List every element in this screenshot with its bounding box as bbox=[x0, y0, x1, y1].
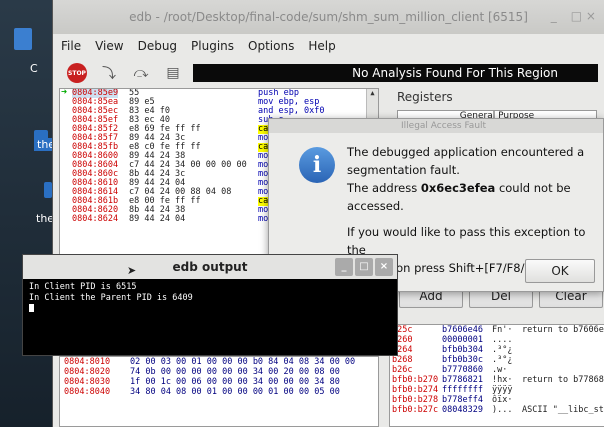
dump-address: 0804:8020 bbox=[64, 367, 111, 377]
stack-chars: ôïx· bbox=[492, 395, 513, 405]
close-icon[interactable]: □ × bbox=[571, 9, 596, 23]
dialog-line: segmentation fault. bbox=[347, 163, 460, 177]
stack-row[interactable]: b268 bfb0b30c .³°¿ bbox=[390, 355, 604, 365]
dialog-text: The address bbox=[347, 181, 421, 195]
menu-file[interactable]: File bbox=[61, 39, 81, 53]
stack-value: ffffffff bbox=[442, 385, 483, 395]
edb-output-window: ➤ edb output _ □ × In Client PID is 6515… bbox=[22, 254, 398, 356]
dump-row[interactable]: 0804:8020 74 0b 00 00 00 00 00 00 34 00 2… bbox=[60, 367, 378, 377]
output-text: In Client PID is 6515 In Client the Pare… bbox=[23, 279, 397, 319]
memory-regions-icon[interactable]: ▤ bbox=[163, 63, 183, 83]
stack-value: b778eff4 bbox=[442, 395, 483, 405]
analysis-status-bar: No Analysis Found For This Region bbox=[193, 64, 598, 82]
menu-debug[interactable]: Debug bbox=[138, 39, 177, 53]
stack-row[interactable]: b25cb7606e46Fn'·return to b7606e46 bbox=[390, 325, 604, 335]
stack-row[interactable]: b264 bfb0b304 .³°¿ bbox=[390, 345, 604, 355]
dump-bytes: 74 0b 00 00 00 00 00 00 34 00 20 00 08 0… bbox=[130, 367, 340, 377]
stack-chars: !hx· bbox=[492, 375, 513, 385]
current-instruction-arrow-icon: ➜ bbox=[61, 88, 68, 98]
data-dump-view[interactable]: 0804:8010 02 00 03 00 01 00 00 00 b0 84 0… bbox=[59, 356, 379, 427]
dump-bytes: 34 80 04 08 00 01 00 00 00 01 00 00 05 0… bbox=[130, 387, 340, 397]
stack-comment: return to b7606e46 bbox=[522, 325, 604, 335]
output-line: In Client the Parent PID is 6409 bbox=[29, 293, 193, 303]
stack-chars: )... bbox=[492, 405, 513, 415]
menu-help[interactable]: Help bbox=[308, 39, 335, 53]
stack-value: bfb0b304 bbox=[442, 345, 483, 355]
dump-row[interactable]: 0804:8030 1f 00 1c 00 06 00 00 00 34 00 0… bbox=[60, 377, 378, 387]
stack-comment: ASCII "__libc_start bbox=[522, 405, 604, 415]
stack-chars: .³°¿ bbox=[492, 345, 513, 355]
stack-chars: .w· bbox=[492, 365, 508, 375]
dump-address: 0804:8010 bbox=[64, 357, 111, 367]
maximize-icon[interactable]: □ bbox=[355, 258, 373, 276]
stack-row[interactable]: b26c b7770860 .w· bbox=[390, 365, 604, 375]
fault-address: 0x6ec3efea bbox=[420, 181, 496, 195]
close-icon[interactable]: × bbox=[375, 258, 393, 276]
stack-row[interactable]: bfb0:b270b7786821 !hx· return to b7786821 bbox=[390, 375, 604, 385]
title-bar[interactable]: edb - /root/Desktop/final-code/sum/shm_s… bbox=[53, 0, 604, 34]
window-title: edb - /root/Desktop/final-code/sum/shm_s… bbox=[129, 10, 528, 24]
menu-plugins[interactable]: Plugins bbox=[191, 39, 234, 53]
dump-address: 0804:8030 bbox=[64, 377, 111, 387]
mouse-cursor-icon: ➤ bbox=[127, 264, 137, 277]
instruction-bytes: 89 44 24 04 bbox=[129, 214, 186, 224]
desktop-file-icon[interactable] bbox=[44, 182, 52, 198]
stack-chars: .... bbox=[492, 335, 513, 345]
dialog-title: Illegal Access Fault bbox=[269, 119, 603, 133]
stack-address: bfb0:b27c bbox=[392, 405, 439, 415]
dump-row[interactable]: 0804:8040 34 80 04 08 00 01 00 00 00 01 0… bbox=[60, 387, 378, 397]
stack-row[interactable]: bfb0:b27c08048329)... ASCII "__libc_start bbox=[390, 405, 604, 415]
dump-row[interactable]: 0804:8010 02 00 03 00 01 00 00 00 b0 84 0… bbox=[60, 357, 378, 367]
menu-options[interactable]: Options bbox=[248, 39, 294, 53]
stop-icon[interactable]: STOP bbox=[67, 63, 87, 83]
desktop-file-icon[interactable] bbox=[14, 28, 32, 50]
scroll-up-icon[interactable]: ▲ bbox=[367, 89, 378, 97]
stack-chars: ÿÿÿÿ bbox=[492, 385, 513, 395]
stack-address: b26c bbox=[392, 365, 413, 375]
stack-row[interactable]: b260 00000001.... bbox=[390, 335, 604, 345]
output-title: edb output bbox=[172, 260, 248, 274]
stack-row[interactable]: bfb0:b278 b778eff4 ôïx· bbox=[390, 395, 604, 405]
stack-chars: .³°¿ bbox=[492, 355, 513, 365]
dialog-line: accessed. bbox=[347, 199, 404, 213]
stack-value: 00000001 bbox=[442, 335, 483, 345]
menu-bar: File View Debug Plugins Options Help bbox=[53, 34, 604, 58]
dump-bytes: 02 00 03 00 01 00 00 00 b0 84 04 08 34 0… bbox=[130, 357, 356, 367]
stack-address: b268 bbox=[392, 355, 413, 365]
minimize-icon[interactable]: _ bbox=[551, 9, 557, 23]
minimize-icon[interactable]: _ bbox=[335, 258, 353, 276]
stack-value: bfb0b30c bbox=[442, 355, 483, 365]
step-over-icon[interactable]: ⤼ bbox=[131, 63, 151, 83]
stack-chars: Fn'· bbox=[492, 325, 513, 335]
stack-value: b7770860 bbox=[442, 365, 483, 375]
stack-comment: return to b7786821 bbox=[522, 375, 604, 385]
dialog-line: The debugged application encountered a bbox=[347, 145, 585, 159]
toolbar: STOP ⤵ ⤼ ▤ No Analysis Found For This Re… bbox=[53, 58, 604, 88]
stack-row[interactable]: bfb0:b274 ffffffff ÿÿÿÿ bbox=[390, 385, 604, 395]
menu-view[interactable]: View bbox=[95, 39, 123, 53]
stack-value: 08048329 bbox=[442, 405, 483, 415]
stack-value: b7606e46 bbox=[442, 325, 483, 335]
step-into-icon[interactable]: ⤵ bbox=[99, 63, 119, 83]
info-icon: i bbox=[299, 147, 335, 183]
stack-address: bfb0:b274 bbox=[392, 385, 439, 395]
stack-view[interactable]: b25cb7606e46Fn'·return to b7606e46b26000… bbox=[389, 324, 604, 427]
stack-address: bfb0:b270 bbox=[392, 375, 439, 385]
dump-bytes: 1f 00 1c 00 06 00 00 00 34 00 00 00 34 8… bbox=[130, 377, 340, 387]
dump-address: 0804:8040 bbox=[64, 387, 111, 397]
instruction-address: 0804:8624 bbox=[72, 214, 119, 224]
desktop-label: C bbox=[30, 62, 38, 75]
output-line: In Client PID is 6515 bbox=[29, 282, 137, 292]
output-title-bar[interactable]: ➤ edb output _ □ × bbox=[23, 255, 397, 279]
registers-header: Registers bbox=[397, 90, 453, 104]
dialog-line: The address 0x6ec3efea could not be bbox=[347, 179, 599, 197]
stack-value: b7786821 bbox=[442, 375, 483, 385]
text-cursor bbox=[29, 304, 34, 312]
ok-button[interactable]: OK bbox=[525, 259, 595, 283]
stack-address: bfb0:b278 bbox=[392, 395, 439, 405]
dialog-text: could not be bbox=[495, 181, 571, 195]
